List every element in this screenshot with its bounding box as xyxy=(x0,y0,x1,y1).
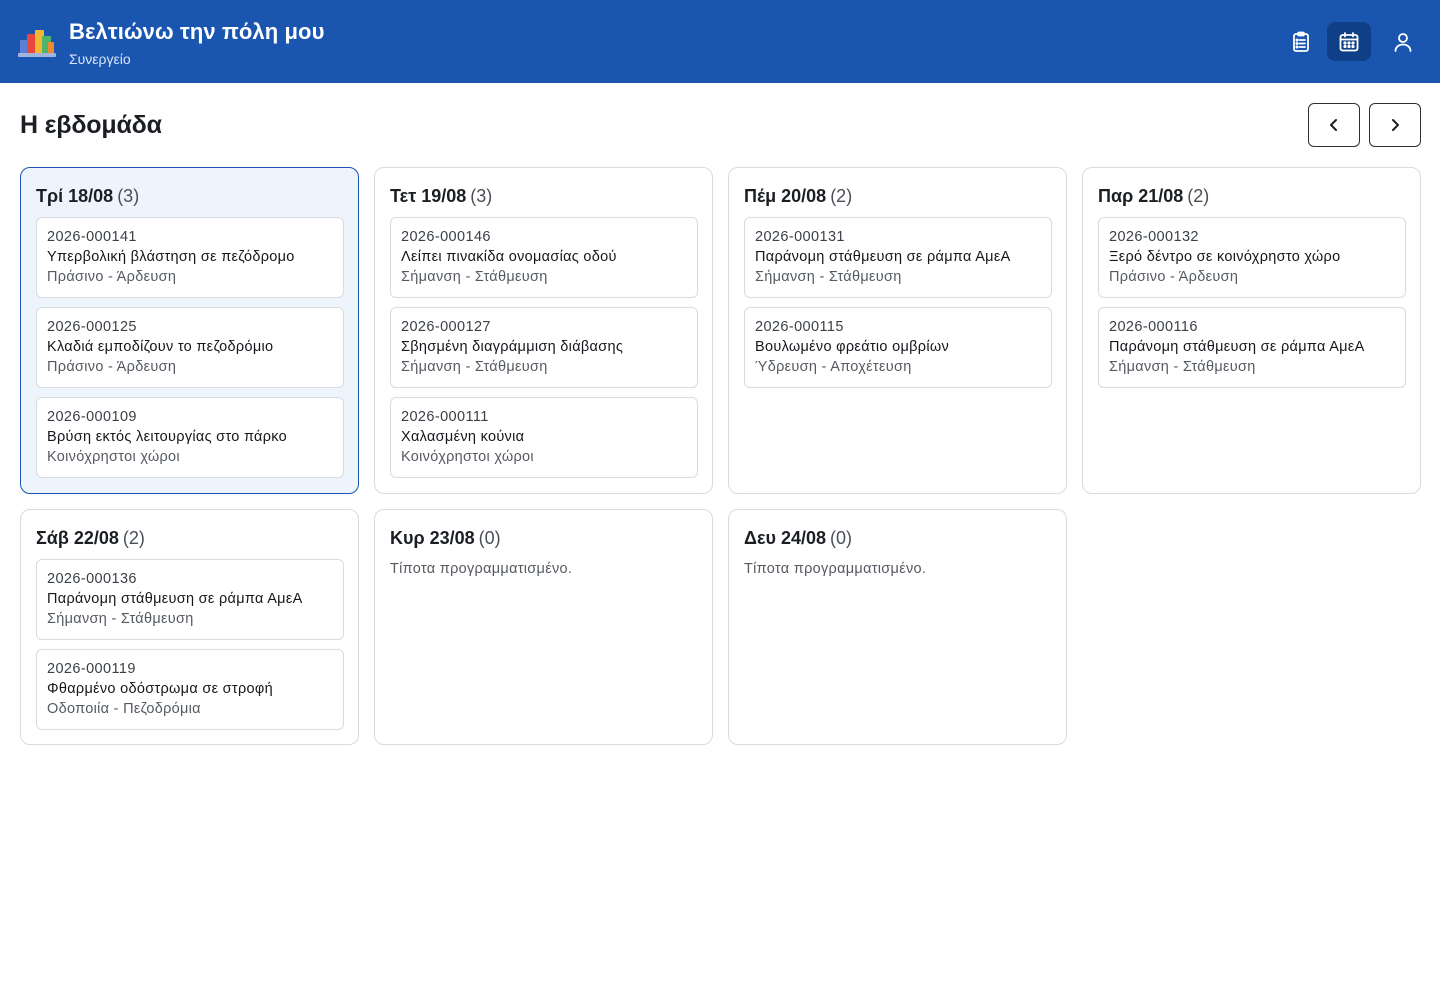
day-card: Σάβ 22/08 (2) 2026-000136 Παράνομη στάθμε… xyxy=(20,509,359,745)
day-count: (3) xyxy=(470,186,493,206)
ticket-category: Σήμανση - Στάθμευση xyxy=(401,359,548,375)
ticket-id: 2026-000136 xyxy=(47,571,137,587)
ticket-id: 2026-000127 xyxy=(401,319,491,335)
ticket-card[interactable]: 2026-000127 Σβησμένη διαγράμμιση διάβαση… xyxy=(390,307,698,388)
ticket-id: 2026-000146 xyxy=(401,229,491,245)
ticket-category: Κοινόχρηστοι χώροι xyxy=(47,449,180,465)
ticket-card[interactable]: 2026-000146 Λείπει πινακίδα ονομασίας οδ… xyxy=(390,217,698,298)
ticket-category: Πράσινο - Άρδευση xyxy=(47,269,177,285)
ticket-id: 2026-000131 xyxy=(755,229,845,245)
ticket-id: 2026-000141 xyxy=(47,229,137,245)
day-card: Παρ 21/08 (2) 2026-000132 Ξερό δέντρο σε … xyxy=(1082,167,1421,494)
ticket-id: 2026-000111 xyxy=(401,409,489,425)
ticket-category: Κοινόχρηστοι χώροι xyxy=(401,449,534,465)
ticket-title: Βρύση εκτός λειτουργίας στο πάρκο xyxy=(47,429,288,445)
nav-calendar-button[interactable] xyxy=(1327,22,1371,61)
ticket-id: 2026-000119 xyxy=(47,661,136,677)
ticket-id: 2026-000125 xyxy=(47,319,137,335)
day-header: Τετ 19/08 (3) xyxy=(390,184,492,208)
day-card: Δευ 24/08 (0) Τίποτα προγραμματισμένο. xyxy=(728,509,1067,745)
ticket-category: Οδοποιία - Πεζοδρόμια xyxy=(47,701,201,717)
empty-day-message: Τίποτα προγραμματισμένο. xyxy=(390,561,573,577)
chevron-right-icon xyxy=(1392,119,1399,131)
ticket-id: 2026-000115 xyxy=(755,319,844,335)
day-header: Τρί 18/08 (3) xyxy=(36,184,139,208)
ticket-id: 2026-000116 xyxy=(1109,319,1198,335)
ticket-card[interactable]: 2026-000115 Βουλωμένο φρεάτιο ομβρίων Ύδ… xyxy=(744,307,1052,388)
day-count: (0) xyxy=(830,528,853,548)
day-header: Πέμ 20/08 (2) xyxy=(744,184,852,208)
calendar-icon xyxy=(1339,31,1359,51)
ticket-category: Πράσινο - Άρδευση xyxy=(47,359,177,375)
ticket-title: Παράνομη στάθμευση σε ράμπα ΑμεΑ xyxy=(755,249,1011,265)
empty-day-message: Τίποτα προγραμματισμένο. xyxy=(744,561,927,577)
day-card: Πέμ 20/08 (2) 2026-000131 Παράνομη στάθμε… xyxy=(728,167,1067,494)
app-title: Βελτιώνω την πόλη μου xyxy=(69,19,325,44)
ticket-card[interactable]: 2026-000132 Ξερό δέντρο σε κοινόχρηστο χ… xyxy=(1098,217,1406,298)
ticket-title: Χαλασμένη κούνια xyxy=(401,429,525,445)
nav-tasks-button[interactable] xyxy=(1279,22,1323,61)
ticket-title: Ξερό δέντρο σε κοινόχρηστο χώρο xyxy=(1109,249,1341,265)
page-title: Η εβδομάδα xyxy=(20,111,162,139)
day-card: Τετ 19/08 (3) 2026-000146 Λείπει πινακίδα… xyxy=(374,167,713,494)
clipboard-list-icon xyxy=(1293,31,1309,52)
ticket-title: Παράνομη στάθμευση σε ράμπα ΑμεΑ xyxy=(1109,339,1365,355)
day-card: Τρί 18/08 (3) 2026-000141 Υπερβολική βλάσ… xyxy=(20,167,359,494)
chevron-left-icon xyxy=(1330,119,1337,131)
ticket-category: Σήμανση - Στάθμευση xyxy=(1109,359,1256,375)
ticket-id: 2026-000109 xyxy=(47,409,137,425)
day-label: Τρί 18/08 xyxy=(36,186,114,206)
ticket-id: 2026-000132 xyxy=(1109,229,1199,245)
day-label: Παρ 21/08 xyxy=(1098,186,1184,206)
ticket-card[interactable]: 2026-000131 Παράνομη στάθμευση σε ράμπα … xyxy=(744,217,1052,298)
city-logo-icon xyxy=(18,30,56,57)
brand: Βελτιώνω την πόλη μου Συνεργείο xyxy=(69,18,325,68)
ticket-card[interactable]: 2026-000141 Υπερβολική βλάστηση σε πεζόδ… xyxy=(36,217,344,298)
ticket-title: Υπερβολική βλάστηση σε πεζόδρομο xyxy=(47,249,295,265)
ticket-title: Κλαδιά εμποδίζουν το πεζοδρόμιο xyxy=(47,339,274,355)
previous-week-button[interactable] xyxy=(1308,103,1360,147)
ticket-category: Σήμανση - Στάθμευση xyxy=(401,269,548,285)
ticket-category: Σήμανση - Στάθμευση xyxy=(755,269,902,285)
nav-profile-button[interactable] xyxy=(1381,22,1425,61)
day-header: Κυρ 23/08 (0) xyxy=(390,526,501,550)
ticket-title: Φθαρμένο οδόστρωμα σε στροφή xyxy=(47,681,273,697)
day-count: (2) xyxy=(830,186,853,206)
day-label: Τετ 19/08 xyxy=(390,186,467,206)
ticket-title: Σβησμένη διαγράμμιση διάβασης xyxy=(401,339,624,355)
day-count: (0) xyxy=(478,528,501,548)
day-label: Σάβ 22/08 xyxy=(36,528,119,548)
user-icon xyxy=(1394,32,1412,52)
ticket-title: Λείπει πινακίδα ονομασίας οδού xyxy=(401,249,617,265)
ticket-title: Βουλωμένο φρεάτιο ομβρίων xyxy=(755,339,950,355)
ticket-card[interactable]: 2026-000109 Βρύση εκτός λειτουργίας στο … xyxy=(36,397,344,478)
ticket-card[interactable]: 2026-000125 Κλαδιά εμποδίζουν το πεζοδρό… xyxy=(36,307,344,388)
day-count: (2) xyxy=(1187,186,1210,206)
ticket-card[interactable]: 2026-000111 Χαλασμένη κούνια Κοινόχρηστο… xyxy=(390,397,698,478)
app-subtitle: Συνεργείο xyxy=(69,51,131,67)
day-label: Δευ 24/08 xyxy=(744,528,827,548)
day-card: Κυρ 23/08 (0) Τίποτα προγραμματισμένο. xyxy=(374,509,713,745)
day-header: Σάβ 22/08 (2) xyxy=(36,526,145,550)
day-label: Πέμ 20/08 xyxy=(744,186,827,206)
day-label: Κυρ 23/08 xyxy=(390,528,475,548)
day-header: Δευ 24/08 (0) xyxy=(744,526,852,550)
next-week-button[interactable] xyxy=(1369,103,1421,147)
ticket-title: Παράνομη στάθμευση σε ράμπα ΑμεΑ xyxy=(47,591,303,607)
ticket-category: Πράσινο - Άρδευση xyxy=(1109,269,1239,285)
day-header: Παρ 21/08 (2) xyxy=(1098,184,1209,208)
ticket-card[interactable]: 2026-000119 Φθαρμένο οδόστρωμα σε στροφή… xyxy=(36,649,344,730)
day-count: (2) xyxy=(122,528,145,548)
ticket-card[interactable]: 2026-000136 Παράνομη στάθμευση σε ράμπα … xyxy=(36,559,344,640)
ticket-card[interactable]: 2026-000116 Παράνομη στάθμευση σε ράμπα … xyxy=(1098,307,1406,388)
top-bar: Βελτιώνω την πόλη μου Συνεργείο xyxy=(0,0,1440,83)
ticket-category: Σήμανση - Στάθμευση xyxy=(47,611,194,627)
day-count: (3) xyxy=(117,186,140,206)
ticket-category: Ύδρευση - Αποχέτευση xyxy=(755,359,912,375)
